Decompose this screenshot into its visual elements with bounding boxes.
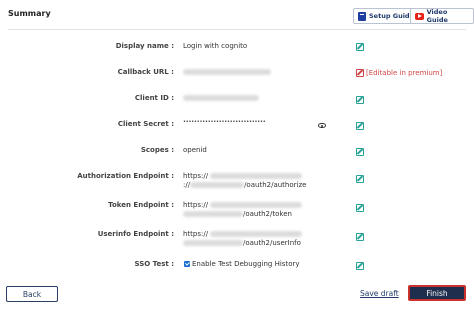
- page-title: Summary: [8, 9, 51, 18]
- video-guide-button[interactable]: Video Guide: [410, 8, 474, 24]
- setup-guide-label: Setup Guide: [369, 12, 414, 20]
- redacted-text: [183, 240, 243, 246]
- token-endpoint-prefix: https://: [183, 201, 209, 209]
- book-icon: [358, 11, 366, 21]
- sso-test-label: SSO Test :: [134, 260, 175, 268]
- display-name-label: Display name :: [115, 42, 174, 50]
- token-endpoint-line1: https://: [183, 201, 303, 209]
- client-secret-label: Client Secret :: [117, 120, 174, 128]
- edit-display-name-icon[interactable]: [356, 43, 364, 51]
- enable-test-debugging-checkbox[interactable]: [184, 261, 190, 267]
- authorization-endpoint-scheme: ://: [183, 181, 191, 189]
- token-endpoint-path: /oauth2/token: [243, 210, 292, 218]
- eye-icon[interactable]: [318, 123, 326, 128]
- userinfo-endpoint-label: Userinfo Endpoint :: [97, 230, 174, 238]
- userinfo-endpoint-line2: /oauth2/userInfo: [183, 239, 301, 247]
- premium-note: [Editable in premium]: [366, 69, 443, 77]
- authorization-endpoint-line2: :// /oauth2/authorize: [183, 181, 306, 189]
- save-draft-link[interactable]: Save draft: [360, 289, 399, 298]
- scopes-label: Scopes :: [140, 146, 174, 154]
- scopes-value: openid: [183, 146, 207, 154]
- callback-url-label: Callback URL :: [117, 68, 174, 76]
- authorization-endpoint-path: /oauth2/authorize: [244, 181, 307, 189]
- userinfo-endpoint-path: /oauth2/userInfo: [243, 239, 301, 247]
- redacted-text: [210, 202, 303, 208]
- redacted-text: [210, 231, 303, 237]
- finish-button[interactable]: Finish: [408, 285, 466, 301]
- userinfo-endpoint-line1: https://: [183, 230, 303, 238]
- authorization-endpoint-line1: https://: [183, 172, 303, 180]
- authorization-endpoint-prefix: https://: [183, 172, 209, 180]
- client-id-label: Client ID :: [134, 94, 174, 102]
- back-button[interactable]: Back: [6, 286, 58, 302]
- redacted-text: [183, 69, 271, 75]
- video-guide-label: Video Guide: [426, 8, 448, 24]
- youtube-icon: [415, 12, 424, 20]
- client-id-value: [183, 94, 259, 102]
- enable-test-debugging-label[interactable]: Enable Test Debugging History: [192, 260, 300, 268]
- edit-userinfo-endpoint-icon[interactable]: [356, 233, 364, 241]
- edit-scopes-icon[interactable]: [356, 148, 364, 156]
- redacted-text: [210, 173, 303, 179]
- edit-token-endpoint-icon[interactable]: [356, 204, 364, 212]
- edit-sso-test-icon[interactable]: [356, 262, 364, 270]
- token-endpoint-label: Token Endpoint :: [108, 201, 174, 209]
- redacted-text: [183, 95, 259, 101]
- edit-client-secret-icon[interactable]: [356, 122, 364, 130]
- client-secret-value: ••••••••••••••••••••••••••••••: [183, 119, 266, 125]
- redacted-text: [183, 211, 243, 217]
- edit-authorization-endpoint-icon[interactable]: [356, 175, 364, 183]
- userinfo-endpoint-prefix: https://: [183, 230, 209, 238]
- callback-url-value: [183, 68, 271, 76]
- token-endpoint-line2: /oauth2/token: [183, 210, 292, 218]
- authorization-endpoint-label: Authorization Endpoint :: [77, 172, 174, 180]
- edit-callback-url-icon[interactable]: [356, 69, 364, 77]
- redacted-text: [190, 182, 245, 188]
- edit-client-id-icon[interactable]: [356, 96, 364, 104]
- display-name-value: Login with cognito: [183, 42, 248, 50]
- header-divider: [8, 29, 466, 30]
